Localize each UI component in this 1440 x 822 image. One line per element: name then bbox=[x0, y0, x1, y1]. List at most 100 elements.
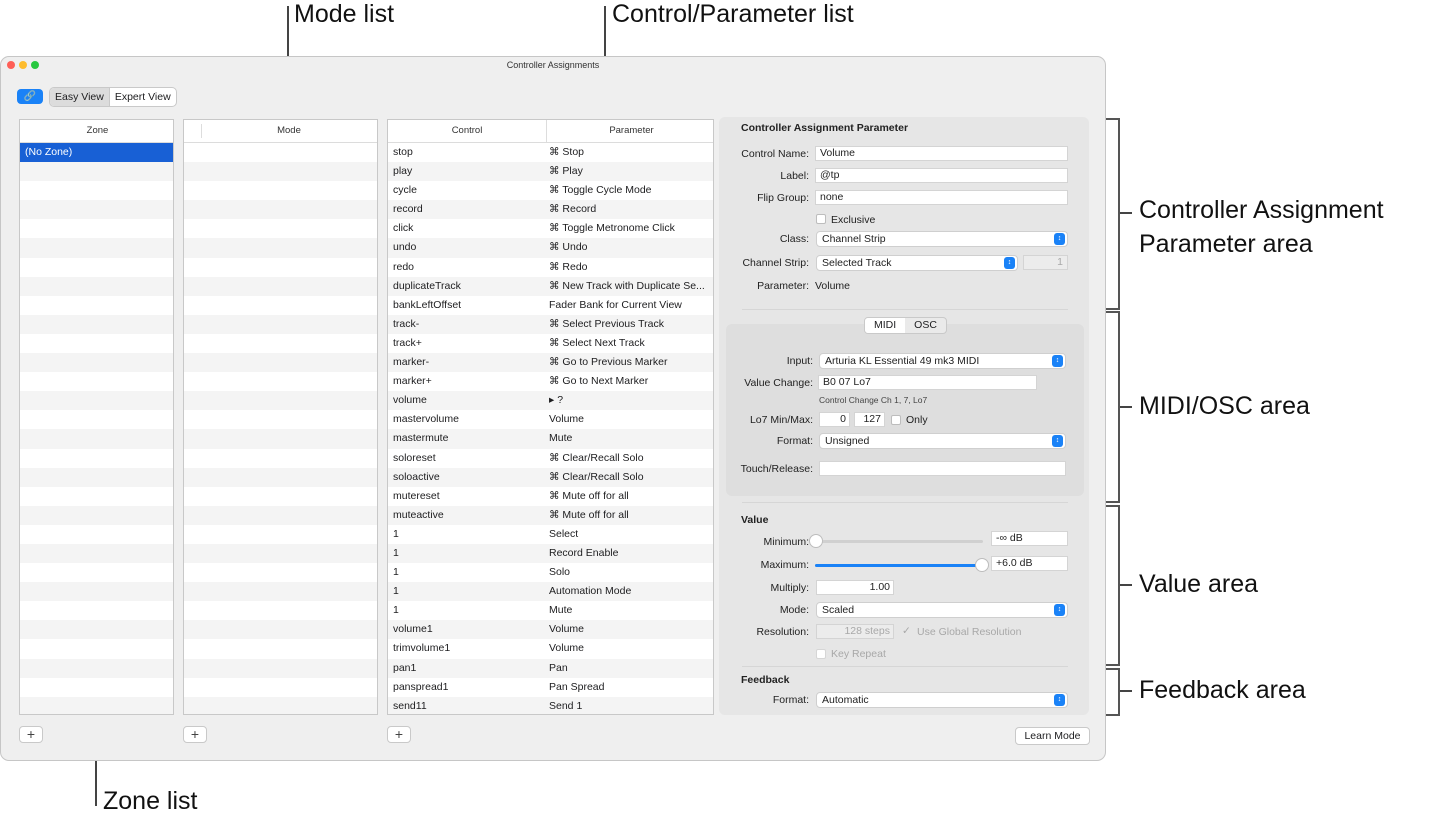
control-parameter-list[interactable]: Control Parameter stop ⌘ Stop play ⌘ Play cy… bbox=[387, 119, 714, 715]
control-name: track+ bbox=[393, 336, 422, 349]
input-popup[interactable]: Arturia KL Essential 49 mk3 MIDI ↕ bbox=[819, 353, 1066, 369]
only-checkbox[interactable] bbox=[891, 415, 901, 425]
parameter-name: ⌘ Undo bbox=[549, 241, 588, 254]
tab-osc[interactable]: OSC bbox=[905, 318, 946, 333]
parameter-name: ⌘ Toggle Metronome Click bbox=[549, 222, 675, 235]
control-row[interactable]: track+ ⌘ Select Next Track bbox=[388, 334, 713, 353]
control-row[interactable]: stop ⌘ Stop bbox=[388, 143, 713, 162]
lo7-min-field[interactable]: 0 bbox=[819, 412, 850, 427]
callout-line-midi bbox=[1120, 406, 1132, 408]
zone-row bbox=[20, 525, 173, 544]
zoom-window-button[interactable] bbox=[31, 61, 39, 69]
tab-midi[interactable]: MIDI bbox=[865, 318, 906, 333]
control-row[interactable]: 1 Select bbox=[388, 525, 713, 544]
mode-label: Mode: bbox=[779, 604, 809, 616]
add-mode-button[interactable]: + bbox=[183, 726, 207, 743]
mode-row bbox=[184, 563, 377, 582]
control-row[interactable]: duplicateTrack ⌘ New Track with Duplicate… bbox=[388, 276, 713, 296]
parameter-name: Pan Spread bbox=[549, 680, 605, 693]
parameter-name: ⌘ Toggle Cycle Mode bbox=[549, 184, 652, 197]
bracket-feedback-area bbox=[1106, 668, 1120, 716]
mode-list[interactable]: Mode bbox=[183, 119, 378, 715]
maximum-slider-knob[interactable] bbox=[975, 558, 989, 572]
control-row[interactable]: undo ⌘ Undo bbox=[388, 238, 713, 258]
control-row[interactable]: trimvolume1 Volume bbox=[388, 639, 713, 658]
zone-header[interactable]: Zone bbox=[20, 120, 173, 143]
label-field[interactable]: @tp bbox=[815, 168, 1068, 183]
multiply-field[interactable]: 1.00 bbox=[816, 580, 894, 595]
flip-group-field[interactable]: none bbox=[815, 190, 1068, 205]
view-mode-segmented-control[interactable]: Easy View Expert View bbox=[49, 87, 177, 107]
parameter-name: ⌘ Select Previous Track bbox=[549, 317, 664, 330]
touch-release-field[interactable] bbox=[819, 461, 1066, 476]
class-popup[interactable]: Channel Strip ↕ bbox=[816, 231, 1068, 247]
mode-row bbox=[184, 200, 377, 220]
learn-mode-button[interactable]: Learn Mode bbox=[1015, 727, 1090, 745]
control-row[interactable]: 1 Record Enable bbox=[388, 543, 713, 564]
control-name: duplicateTrack bbox=[393, 279, 461, 292]
expert-view-button[interactable]: Expert View bbox=[108, 88, 176, 106]
control-row[interactable]: bankLeftOffset Fader Bank for Current Vie… bbox=[388, 296, 713, 315]
lo7-max-field[interactable]: 127 bbox=[854, 412, 885, 427]
link-button[interactable]: 🔗 bbox=[17, 89, 43, 104]
mode-row bbox=[184, 467, 377, 487]
cap-title: Controller Assignment Parameter bbox=[741, 122, 909, 134]
control-row[interactable]: 1 Solo bbox=[388, 563, 713, 582]
parameter-name: Volume bbox=[549, 623, 585, 636]
zone-row bbox=[20, 296, 173, 315]
add-zone-button[interactable]: + bbox=[19, 726, 43, 743]
control-row[interactable]: volume ▸ ? bbox=[388, 391, 713, 411]
control-row[interactable]: soloreset ⌘ Clear/Recall Solo bbox=[388, 449, 713, 468]
zone-row bbox=[20, 429, 173, 449]
add-control-button[interactable]: + bbox=[387, 726, 411, 743]
parameter-column-header[interactable]: Parameter bbox=[546, 120, 713, 142]
minimum-slider[interactable] bbox=[815, 540, 983, 543]
control-row[interactable]: 1 Automation Mode bbox=[388, 582, 713, 602]
mode-row bbox=[184, 449, 377, 468]
channel-strip-popup[interactable]: Selected Track ↕ bbox=[816, 255, 1018, 271]
minimum-slider-knob[interactable] bbox=[809, 534, 823, 548]
control-row[interactable]: record ⌘ Record bbox=[388, 200, 713, 220]
parameter-name: ⌘ Play bbox=[549, 165, 583, 178]
control-row[interactable]: mastermute Mute bbox=[388, 429, 713, 449]
control-name: pan1 bbox=[393, 661, 417, 674]
control-row[interactable]: send11 Send 1 bbox=[388, 696, 713, 714]
value-change-field[interactable]: B0 07 Lo7 bbox=[818, 375, 1037, 390]
zone-list[interactable]: Zone (No Zone) bbox=[19, 119, 174, 715]
control-row[interactable]: soloactive ⌘ Clear/Recall Solo bbox=[388, 467, 713, 487]
midi-osc-tabs[interactable]: MIDI OSC bbox=[864, 317, 947, 334]
control-row[interactable]: 1 Mute bbox=[388, 601, 713, 620]
control-row[interactable]: panspread1 Pan Spread bbox=[388, 678, 713, 697]
control-row[interactable]: mutereset ⌘ Mute off for all bbox=[388, 487, 713, 506]
control-row[interactable]: pan1 Pan bbox=[388, 658, 713, 678]
zone-row[interactable]: (No Zone) bbox=[20, 143, 173, 163]
minimum-field[interactable]: -∞ dB bbox=[991, 531, 1068, 546]
mode-popup[interactable]: Scaled ↕ bbox=[816, 602, 1068, 618]
mode-header[interactable]: Mode bbox=[184, 120, 377, 143]
control-row[interactable]: cycle ⌘ Toggle Cycle Mode bbox=[388, 181, 713, 200]
control-name: mastervolume bbox=[393, 413, 459, 426]
control-row[interactable]: muteactive ⌘ Mute off for all bbox=[388, 505, 713, 525]
mode-row bbox=[184, 391, 377, 411]
exclusive-checkbox[interactable] bbox=[816, 214, 826, 224]
control-row[interactable]: click ⌘ Toggle Metronome Click bbox=[388, 219, 713, 238]
control-column-header[interactable]: Control bbox=[388, 120, 546, 142]
easy-view-button[interactable]: Easy View bbox=[50, 88, 109, 106]
control-row[interactable]: marker+ ⌘ Go to Next Marker bbox=[388, 372, 713, 391]
close-window-button[interactable] bbox=[7, 61, 15, 69]
maximum-field[interactable]: +6.0 dB bbox=[991, 556, 1068, 571]
control-row[interactable]: marker- ⌘ Go to Previous Marker bbox=[388, 353, 713, 373]
parameter-name: ⌘ Go to Previous Marker bbox=[549, 356, 668, 369]
control-row[interactable]: track- ⌘ Select Previous Track bbox=[388, 314, 713, 334]
control-row[interactable]: volume1 Volume bbox=[388, 620, 713, 640]
format-popup[interactable]: Unsigned ↕ bbox=[819, 433, 1066, 449]
mode-row bbox=[184, 238, 377, 258]
control-row[interactable]: mastervolume Volume bbox=[388, 410, 713, 429]
zone-row bbox=[20, 563, 173, 582]
control-row[interactable]: redo ⌘ Redo bbox=[388, 258, 713, 277]
callout-line-value bbox=[1120, 584, 1132, 586]
minimize-window-button[interactable] bbox=[19, 61, 27, 69]
feedback-format-popup[interactable]: Automatic ↕ bbox=[816, 692, 1068, 708]
control-name-field[interactable]: Volume bbox=[815, 146, 1068, 161]
control-row[interactable]: play ⌘ Play bbox=[388, 162, 713, 182]
